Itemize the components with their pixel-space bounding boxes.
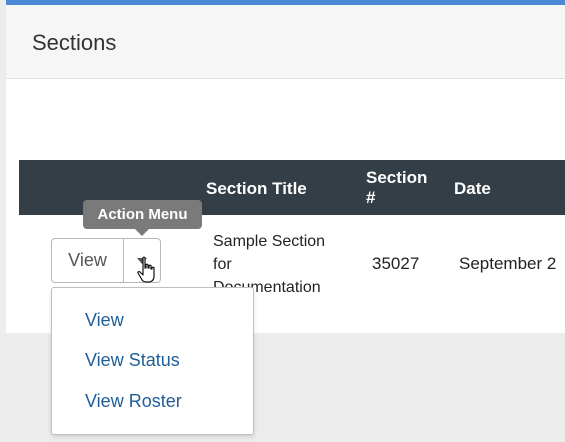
section-number-cell: 35027: [372, 254, 420, 273]
column-header-section-title[interactable]: Section Title: [206, 179, 307, 199]
view-button[interactable]: View: [52, 239, 124, 282]
page-title: Sections: [32, 30, 117, 55]
action-menu-tooltip: Action Menu: [83, 200, 202, 229]
menu-item-view-roster[interactable]: View Roster: [85, 391, 182, 412]
menu-item-view-status[interactable]: View Status: [85, 350, 180, 371]
action-menu-dropdown: View View Status View Roster: [51, 287, 254, 435]
menu-item-view[interactable]: View: [85, 310, 124, 331]
panel-header: Sections: [6, 5, 565, 79]
column-header-section-number[interactable]: Section #: [366, 168, 436, 208]
hand-pointer-cursor-icon: [137, 256, 155, 283]
column-header-date[interactable]: Date: [454, 179, 491, 199]
tooltip-arrow: [135, 229, 149, 236]
date-cell: September 2: [459, 254, 557, 273]
